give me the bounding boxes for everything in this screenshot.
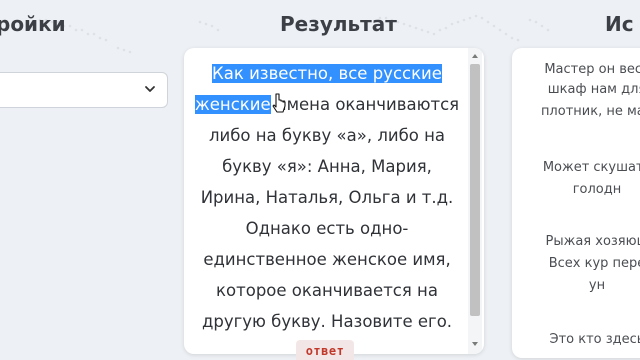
page: ройки Результат Ис Как известно, все рус… — [0, 0, 640, 360]
result-line-rest: имена оканчиваются — [270, 95, 460, 114]
source-heading: Ис — [605, 12, 634, 36]
result-text[interactable]: Как известно, все русские женские имена … — [184, 58, 470, 337]
source-card: Мастер он весь шкаф нам для плотник, не … — [512, 48, 640, 358]
text-cursor-icon — [272, 93, 286, 113]
scroll-up-icon[interactable] — [472, 54, 478, 58]
text-selection: Как известно, все русские — [212, 64, 442, 83]
scrollbar-thumb[interactable] — [470, 64, 480, 316]
source-line: Это кто здесь — [549, 332, 640, 347]
result-heading: Результат — [280, 12, 397, 36]
result-line: Как известно, все русские — [184, 58, 470, 89]
chevron-down-icon — [145, 86, 155, 92]
result-line: которое оканчивается на — [216, 281, 438, 300]
result-card: Как известно, все русские женские имена … — [184, 48, 484, 354]
text-selection: женские — [194, 95, 271, 114]
source-line: Рыжая хозяюш — [545, 234, 640, 249]
source-line: ун — [588, 278, 606, 293]
source-line: шкаф нам для — [547, 82, 640, 97]
answer-button[interactable]: ответ — [296, 340, 354, 360]
result-line: женские имена оканчиваются — [184, 89, 470, 120]
source-line: Может скушать — [542, 160, 640, 175]
result-line: единственное женское имя, — [203, 250, 451, 269]
source-line: плотник, не мал — [540, 104, 640, 119]
result-line: другую букву. Назовите его. — [201, 312, 453, 331]
result-line: либо на букву «а», либо на — [208, 126, 446, 145]
settings-select[interactable] — [0, 72, 168, 108]
source-line: Всех кур пере — [548, 256, 640, 271]
scroll-down-icon[interactable] — [472, 342, 478, 346]
result-line: Ирина, Наталья, Ольга и т.д. — [200, 188, 454, 207]
result-line: букву «я»: Анна, Мария, — [222, 157, 432, 176]
result-line: Однако есть одно- — [245, 219, 409, 238]
source-line: голодн — [572, 182, 622, 197]
settings-heading: ройки — [0, 12, 66, 36]
source-line: Мастер он весь — [544, 62, 640, 77]
